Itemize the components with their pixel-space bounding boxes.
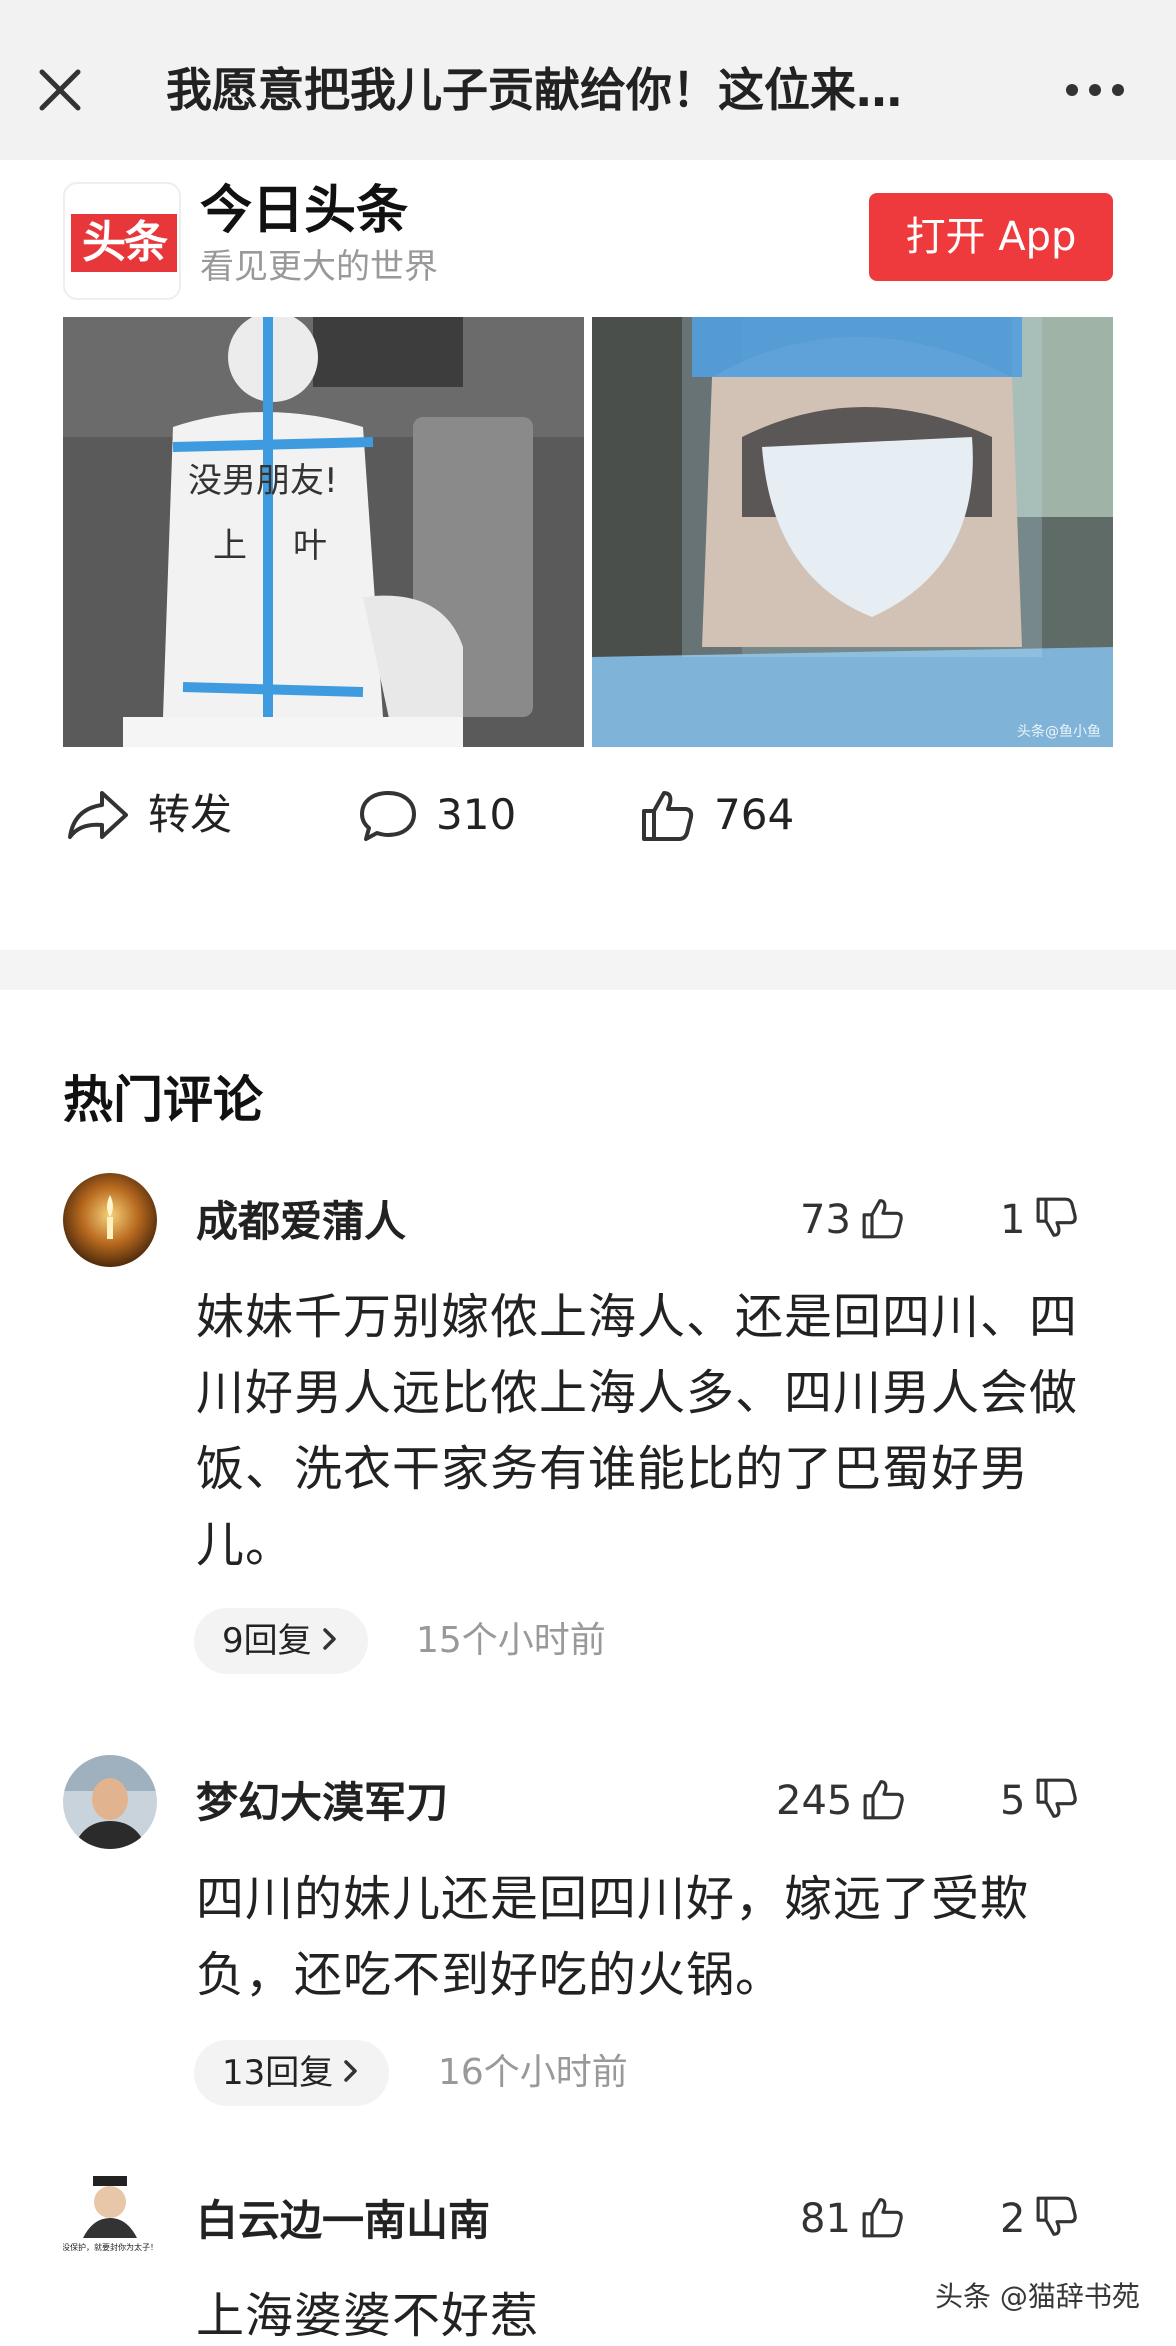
comment-author[interactable]: 梦幻大漠军刀 bbox=[196, 1773, 448, 1833]
avatar[interactable]: 没保护，就要封你为太子！ bbox=[63, 2172, 157, 2266]
thumbs-up-icon bbox=[862, 1777, 906, 1825]
app-logo: 头条 bbox=[63, 182, 181, 300]
thumbs-up-icon bbox=[861, 2195, 905, 2243]
comment-dislike-count: 5 bbox=[1000, 1778, 1026, 1824]
post-photo-protective-suit[interactable]: 没男朋友! 上 叶 bbox=[63, 317, 584, 747]
like-button[interactable]: 764 bbox=[640, 780, 794, 850]
svg-text:叶: 叶 bbox=[293, 526, 327, 566]
replies-label: 13回复 bbox=[222, 2053, 334, 2093]
comment-dislike-button[interactable]: 5 bbox=[1000, 1771, 1079, 1831]
app-name: 今日头条 bbox=[200, 181, 409, 241]
comment-like-count: 245 bbox=[776, 1778, 853, 1824]
source-watermark: 头条 @猫辞书苑 bbox=[935, 2280, 1140, 2313]
thumbs-down-icon bbox=[1035, 2195, 1079, 2243]
app-slogan: 看见更大的世界 bbox=[200, 247, 438, 287]
comment-time: 16个小时前 bbox=[438, 2052, 628, 2093]
thumbs-down-icon bbox=[1035, 1196, 1079, 1244]
avatar-caption: 没保护，就要封你为太子！ bbox=[63, 2242, 157, 2252]
page-title: 我愿意把我儿子贡献给你！这位来… bbox=[166, 63, 902, 117]
top-nav-bar: 我愿意把我儿子贡献给你！这位来… bbox=[0, 0, 1176, 160]
app-logo-text: 头条 bbox=[71, 214, 177, 272]
comment-dislike-button[interactable]: 2 bbox=[1000, 2189, 1079, 2249]
comment-like-button[interactable]: 81 bbox=[800, 2189, 905, 2249]
comment-like-count: 81 bbox=[800, 2196, 851, 2242]
share-button[interactable]: 转发 bbox=[66, 780, 232, 850]
comment-icon bbox=[358, 787, 418, 843]
close-icon[interactable] bbox=[30, 60, 90, 120]
section-divider bbox=[0, 950, 1176, 990]
replies-label: 9回复 bbox=[222, 1621, 312, 1661]
thumbs-up-icon bbox=[861, 1196, 905, 1244]
comment-dislike-count: 1 bbox=[1000, 1197, 1026, 1243]
svg-text:上: 上 bbox=[213, 526, 247, 566]
chevron-right-icon bbox=[341, 2058, 361, 2088]
open-app-button[interactable]: 打开 App bbox=[869, 193, 1113, 281]
comment-like-button[interactable]: 245 bbox=[776, 1771, 906, 1831]
photo-watermark: 头条@鱼小鱼 bbox=[1017, 724, 1101, 740]
avatar[interactable] bbox=[63, 1755, 157, 1849]
share-label: 转发 bbox=[148, 790, 233, 839]
hot-comments-title: 热门评论 bbox=[63, 1071, 263, 1129]
comment-replies-button[interactable]: 9回复 bbox=[194, 1608, 368, 1674]
post-photo-selfie[interactable]: 头条@鱼小鱼 bbox=[592, 317, 1113, 747]
comment-author[interactable]: 成都爱蒲人 bbox=[196, 1192, 406, 1252]
share-icon bbox=[66, 787, 130, 843]
comment-like-button[interactable]: 73 bbox=[800, 1190, 905, 1250]
comment-text: 妹妹千万别嫁侬上海人、还是回四川、四川好男人远比侬上海人多、四川男人会做饭、洗衣… bbox=[196, 1289, 1079, 1573]
like-count: 764 bbox=[714, 790, 795, 839]
suit-handwriting: 没男朋友! bbox=[188, 461, 338, 501]
avatar[interactable] bbox=[63, 1173, 157, 1267]
thumbs-down-icon bbox=[1035, 1777, 1079, 1825]
more-icon[interactable] bbox=[1060, 60, 1130, 120]
comment-author[interactable]: 白云边一南山南 bbox=[196, 2191, 490, 2251]
comment-count: 310 bbox=[436, 790, 517, 839]
chevron-right-icon bbox=[320, 1626, 340, 1656]
comment-button[interactable]: 310 bbox=[358, 780, 516, 850]
comment-time: 15个小时前 bbox=[416, 1620, 606, 1661]
thumbs-up-icon bbox=[640, 787, 696, 843]
comment-dislike-count: 2 bbox=[1000, 2196, 1026, 2242]
comment-like-count: 73 bbox=[800, 1197, 851, 1243]
comment-dislike-button[interactable]: 1 bbox=[1000, 1190, 1079, 1250]
comment-replies-button[interactable]: 13回复 bbox=[194, 2040, 390, 2106]
comment-text: 四川的妹儿还是回四川好，嫁远了受欺负，还吃不到好吃的火锅。 bbox=[196, 1871, 1030, 2003]
